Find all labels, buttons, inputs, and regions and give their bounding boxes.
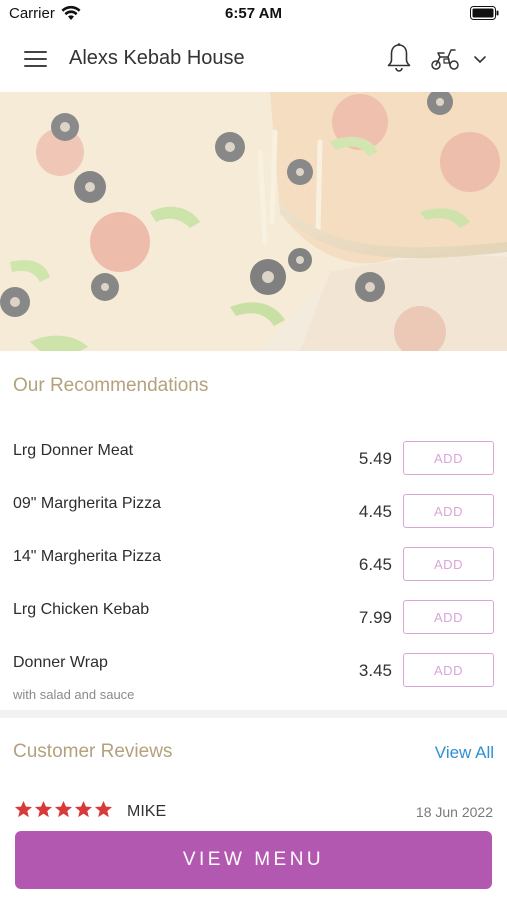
star-icon — [14, 800, 33, 818]
hamburger-menu-icon[interactable] — [18, 45, 52, 73]
item-price: 7.99 — [358, 608, 392, 627]
bell-icon[interactable] — [385, 42, 413, 74]
item-price: 5.49 — [358, 449, 392, 468]
item-price: 4.45 — [358, 502, 392, 521]
star-rating — [14, 800, 113, 822]
add-button[interactable]: ADD — [403, 547, 494, 581]
star-icon — [54, 800, 73, 818]
star-icon — [94, 800, 113, 818]
add-button[interactable]: ADD — [403, 441, 494, 475]
reviewer-name: MIKE — [127, 803, 167, 820]
view-all-reviews-link[interactable]: View All — [435, 743, 494, 763]
review-item: MIKE 18 Jun 2022 — [0, 798, 507, 826]
item-price: 6.45 — [358, 555, 392, 574]
add-button[interactable]: ADD — [403, 494, 494, 528]
item-name: 14" Margherita Pizza — [13, 548, 161, 565]
battery-icon — [470, 6, 499, 20]
chevron-down-icon — [474, 56, 486, 64]
item-name: Lrg Chicken Kebab — [13, 601, 150, 618]
item-name: Donner Wrap — [13, 654, 108, 671]
item-price: 3.45 — [358, 661, 392, 680]
section-divider — [0, 710, 507, 718]
list-item: Donner Wrap with salad and sauce 3.45 AD… — [0, 637, 507, 702]
restaurant-title: Alexs Kebab House — [69, 47, 245, 69]
status-bar: Carrier 6:57 AM — [0, 0, 507, 26]
status-time: 6:57 AM — [225, 5, 282, 22]
app-header: Alexs Kebab House — [0, 26, 507, 92]
view-menu-button[interactable]: VIEW MENU — [15, 831, 492, 889]
star-icon — [74, 800, 93, 818]
item-name: Lrg Donner Meat — [13, 442, 134, 459]
item-description: with salad and sauce — [13, 687, 135, 702]
add-button[interactable]: ADD — [403, 653, 494, 687]
recommendations-list: Lrg Donner Meat 5.49 ADD 09" Margherita … — [0, 425, 507, 702]
reviews-title: Customer Reviews — [13, 741, 173, 762]
review-date: 18 Jun 2022 — [415, 804, 493, 820]
star-icon — [34, 800, 53, 818]
scooter-icon — [431, 49, 459, 70]
item-name: 09" Margherita Pizza — [13, 495, 161, 512]
order-type-selector[interactable] — [430, 44, 492, 74]
hero-pizza-image — [0, 92, 507, 351]
list-item: 09" Margherita Pizza 4.45 ADD — [0, 478, 507, 531]
list-item: 14" Margherita Pizza 6.45 ADD — [0, 531, 507, 584]
list-item: Lrg Chicken Kebab 7.99 ADD — [0, 584, 507, 637]
add-button[interactable]: ADD — [403, 600, 494, 634]
recommendations-title: Our Recommendations — [13, 375, 209, 396]
list-item: Lrg Donner Meat 5.49 ADD — [0, 425, 507, 478]
